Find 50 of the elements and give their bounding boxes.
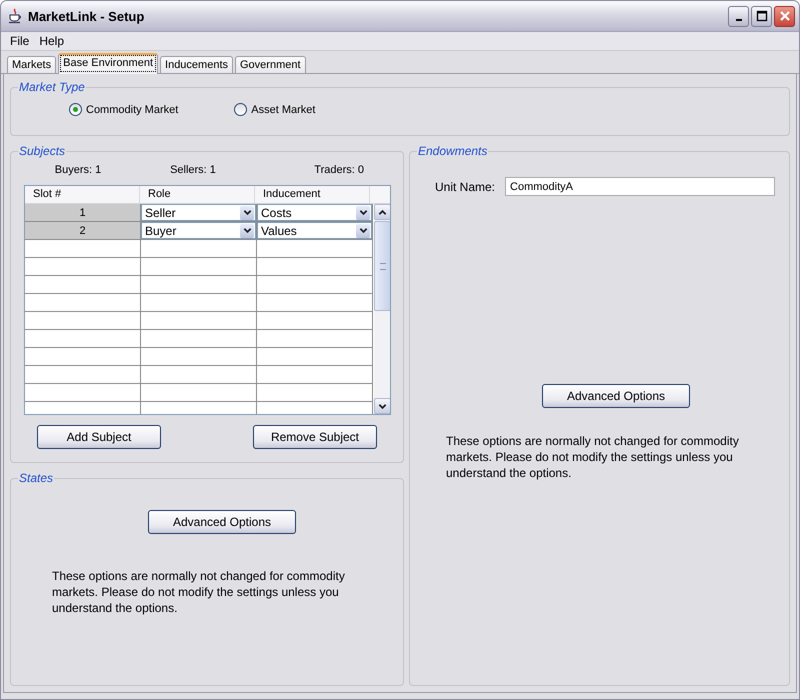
group-title: Endowments	[417, 144, 488, 158]
chevron-icon	[240, 206, 254, 220]
group-title: Market Type	[18, 80, 86, 94]
scroll-down-icon[interactable]	[374, 398, 390, 414]
field-label: Unit Name:	[435, 180, 496, 194]
dropdown[interactable]: Buyer	[141, 222, 256, 239]
dropdown[interactable]: Seller	[141, 204, 256, 221]
note-text: These options are normally not changed for commodity markets. Please do not modify the settings unless you understand the options.	[52, 568, 346, 616]
maximize-button[interactable]	[751, 6, 772, 26]
tab[interactable]: Inducements	[160, 56, 233, 73]
scroll-up-icon[interactable]	[374, 204, 390, 220]
column-header[interactable]: Slot #	[25, 186, 140, 203]
close-icon	[778, 10, 790, 22]
table-cell: 2	[25, 222, 141, 239]
column-header[interactable]: Role	[140, 186, 255, 203]
count-label: Buyers: 1	[54, 164, 102, 176]
tab[interactable]: Government	[235, 56, 306, 73]
count-label: Sellers: 1	[169, 164, 217, 176]
minimize-button[interactable]	[728, 6, 749, 26]
group-title: Subjects	[18, 144, 66, 158]
radio-button[interactable]	[234, 103, 248, 116]
window-title: MarketLink - Setup	[28, 8, 146, 24]
tab[interactable]: Markets	[7, 56, 56, 73]
advanced-options-button[interactable]: Advanced Options	[148, 510, 296, 534]
radio-label[interactable]: Commodity Market	[86, 104, 178, 116]
menu-item[interactable]: Help	[34, 34, 70, 48]
scrollbar[interactable]	[374, 204, 390, 414]
column-header[interactable]: Inducement	[255, 186, 370, 203]
note-text: These options are normally not changed for commodity markets. Please do not modify the settings unless you understand the options.	[446, 433, 740, 481]
tab[interactable]: Base Environment	[58, 53, 158, 74]
group-title: States	[18, 471, 54, 485]
maximize-icon	[756, 10, 768, 22]
chevron-icon	[356, 206, 370, 220]
radio-button[interactable]	[69, 103, 82, 116]
dropdown[interactable]: Costs	[257, 204, 372, 221]
advanced-options-button[interactable]: Advanced Options	[542, 384, 690, 408]
cup-icon	[7, 8, 23, 24]
input-field[interactable]: CommodityA	[505, 177, 776, 196]
minimize-icon	[736, 18, 742, 20]
chevron-icon	[356, 224, 370, 238]
close-button[interactable]	[774, 6, 795, 26]
table-cell: 1	[25, 204, 141, 221]
radio-label[interactable]: Asset Market	[251, 104, 316, 116]
chevron-icon	[240, 224, 254, 238]
button[interactable]: Add Subject	[37, 425, 161, 449]
dropdown[interactable]: Values	[257, 222, 372, 239]
scroll-thumb[interactable]	[374, 221, 390, 311]
count-label: Traders: 0	[313, 164, 364, 176]
menu-item[interactable]: File	[5, 34, 34, 48]
button[interactable]: Remove Subject	[253, 425, 377, 449]
